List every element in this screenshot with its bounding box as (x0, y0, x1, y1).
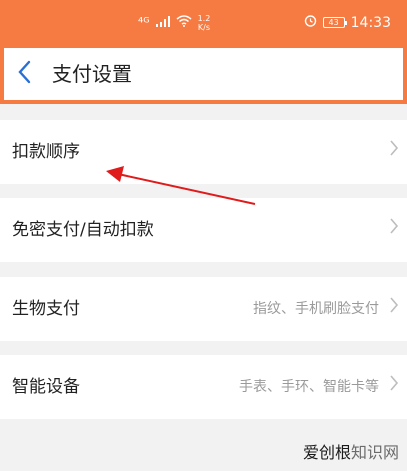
row-value: 指纹、手机刷脸支付 (253, 301, 379, 317)
battery-level: 43 (328, 18, 339, 27)
chevron-right-icon (389, 216, 399, 241)
network-speed: 1.2 K/s (198, 14, 211, 32)
status-bar-system: 43 14:33 (304, 14, 391, 31)
row-label: 扣款顺序 (12, 142, 80, 162)
nav-header: 支付设置 (0, 44, 407, 104)
speed-unit: K/s (197, 23, 210, 32)
chevron-right-icon (389, 138, 399, 163)
row-biometric-payment[interactable]: 生物支付 指纹、手机刷脸支付 (0, 277, 407, 341)
status-bar-network: ⁴ᴳ 1.2 K/s (138, 14, 210, 32)
row-label: 生物支付 (12, 299, 80, 319)
signal-icon (155, 15, 170, 31)
chevron-right-icon (389, 295, 399, 320)
row-password-free-payment[interactable]: 免密支付/自动扣款 (0, 198, 407, 262)
row-label: 智能设备 (12, 377, 80, 397)
wifi-icon (176, 15, 192, 31)
watermark-suffix: 知识网 (350, 443, 399, 462)
alarm-icon (304, 14, 317, 31)
row-value: 手表、手环、智能卡等 (239, 379, 379, 395)
status-bar: ⁴ᴳ 1.2 K/s 43 14:33 (0, 0, 407, 44)
clock: 14:33 (350, 14, 391, 31)
watermark-brand: 爱创根 (302, 443, 351, 462)
watermark: 爱创根知识网 (303, 443, 399, 463)
signal-label: ⁴ᴳ (138, 15, 150, 31)
back-button[interactable] (16, 58, 36, 90)
row-deduction-order[interactable]: 扣款顺序 (0, 120, 407, 184)
battery-icon: 43 (322, 17, 347, 28)
speed-value: 1.2 (197, 14, 211, 23)
row-label: 免密支付/自动扣款 (12, 220, 154, 240)
row-smart-devices[interactable]: 智能设备 手表、手环、智能卡等 (0, 355, 407, 419)
page-title: 支付设置 (52, 62, 132, 86)
chevron-right-icon (389, 373, 399, 398)
chevron-left-icon (18, 60, 31, 84)
